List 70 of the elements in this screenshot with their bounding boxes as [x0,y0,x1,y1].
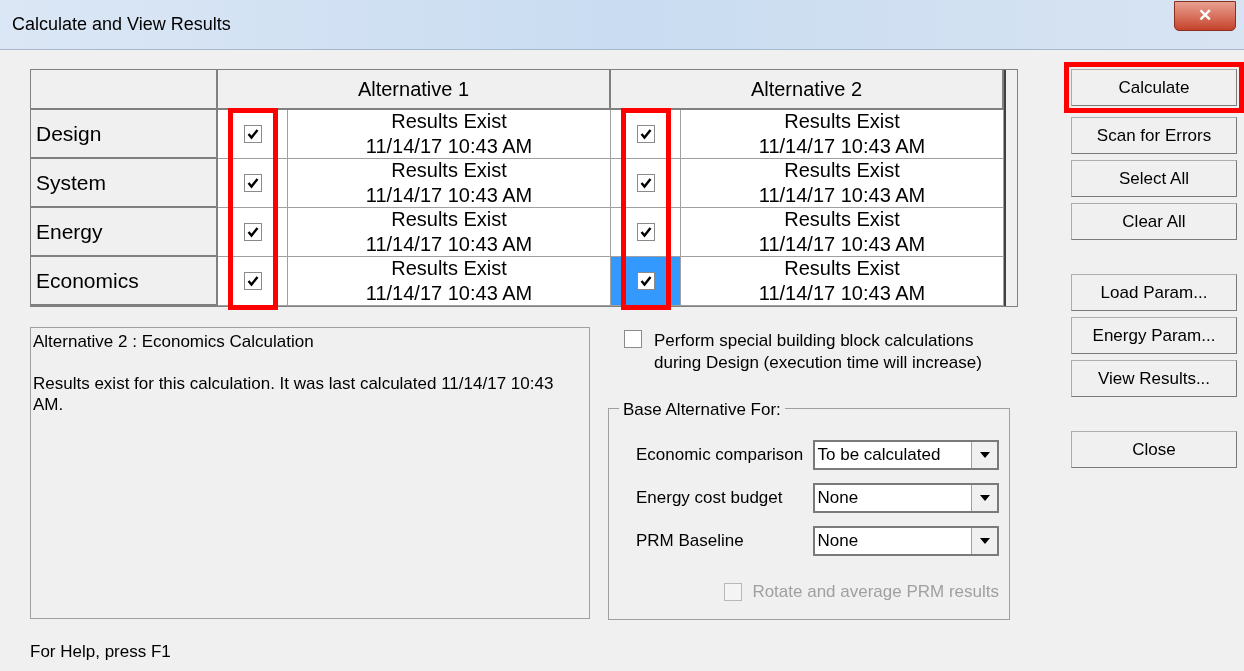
dropdown-value: None [816,486,860,509]
column-header: Alternative 2 [611,70,1004,110]
result-time: 11/14/17 10:43 AM [365,232,533,256]
checkbox[interactable] [243,174,262,192]
checkmark-icon [639,128,652,140]
result-cell[interactable]: Results Exist 11/14/17 10:43 AM [611,110,1004,159]
checkbox[interactable] [636,272,655,290]
result-time: 11/14/17 10:43 AM [365,183,533,207]
column-header: Alternative 1 [218,70,611,110]
result-time: 11/14/17 10:43 AM [758,134,926,158]
row-header: Design [31,110,218,159]
result-cell[interactable]: Results Exist 11/14/17 10:43 AM [218,257,611,306]
dropdown[interactable]: None [812,525,999,556]
result-time: 11/14/17 10:43 AM [758,183,926,207]
checkmark-icon [246,177,259,189]
result-cell[interactable]: Results Exist 11/14/17 10:43 AM [218,110,611,159]
checkbox[interactable] [243,272,262,290]
dropdown[interactable]: None [812,482,999,513]
info-message: Results exist for this calculation. It was last calculated 11/14/17 10:43 AM. [33,373,555,415]
result-cell[interactable]: Results Exist 11/14/17 10:43 AM [218,208,611,257]
field-label: Economic comparison [636,443,805,466]
result-time: 11/14/17 10:43 AM [365,134,533,158]
result-cell[interactable]: Results Exist 11/14/17 10:43 AM [611,208,1004,257]
dropdown-value: To be calculated [816,443,942,466]
checkmark-icon [639,275,652,287]
result-status: Results Exist [391,110,507,134]
checkmark-icon [639,226,652,238]
dropdown-value: None [816,529,860,552]
dropdown[interactable]: To be calculated [812,439,999,470]
result-status: Results Exist [391,159,507,183]
dialog-button[interactable]: Clear All [1071,203,1237,240]
row-header: System [31,159,218,208]
result-time: 11/14/17 10:43 AM [758,281,926,305]
result-time: 11/14/17 10:43 AM [365,281,533,305]
result-cell[interactable]: Results Exist 11/14/17 10:43 AM [611,159,1004,208]
checkbox[interactable] [624,330,642,348]
rotate-label: Rotate and average PRM results [752,581,999,603]
window-title: Calculate and View Results [12,13,231,36]
result-status: Results Exist [784,159,900,183]
checkmark-icon [246,226,259,238]
checkmark-icon [246,128,259,140]
dialog-button[interactable]: Calculate [1071,69,1237,106]
result-status: Results Exist [391,208,507,232]
dialog-button[interactable]: Close [1071,431,1237,468]
row-header: Economics [31,257,218,306]
result-status: Results Exist [784,110,900,134]
dialog-button[interactable]: Energy Param... [1071,317,1237,354]
dialog-button[interactable]: View Results... [1071,360,1237,397]
row-header: Energy [31,208,218,257]
info-heading: Alternative 2 : Economics Calculation [33,331,315,352]
field-label: Energy cost budget [636,486,784,509]
result-cell[interactable]: Results Exist 11/14/17 10:43 AM [611,257,1004,306]
result-status: Results Exist [784,208,900,232]
dialog-button[interactable]: Load Param... [1071,274,1237,311]
checkbox[interactable] [636,125,655,143]
checkbox[interactable] [243,125,262,143]
checkmark-icon [639,177,652,189]
checkbox[interactable] [243,223,262,241]
result-time: 11/14/17 10:43 AM [758,232,926,256]
status-text: For Help, press F1 [30,642,171,661]
dialog-button[interactable]: Scan for Errors [1071,117,1237,154]
result-status: Results Exist [391,257,507,281]
result-cell[interactable]: Results Exist 11/14/17 10:43 AM [218,159,611,208]
checkbox[interactable] [636,223,655,241]
result-status: Results Exist [784,257,900,281]
field-label: PRM Baseline [636,529,745,552]
checkbox[interactable] [636,174,655,192]
dialog-button[interactable]: Select All [1071,160,1237,197]
special-calc-label: Perform special building block calculations during Design (execution time will increase) [654,330,983,374]
checkmark-icon [246,275,259,287]
